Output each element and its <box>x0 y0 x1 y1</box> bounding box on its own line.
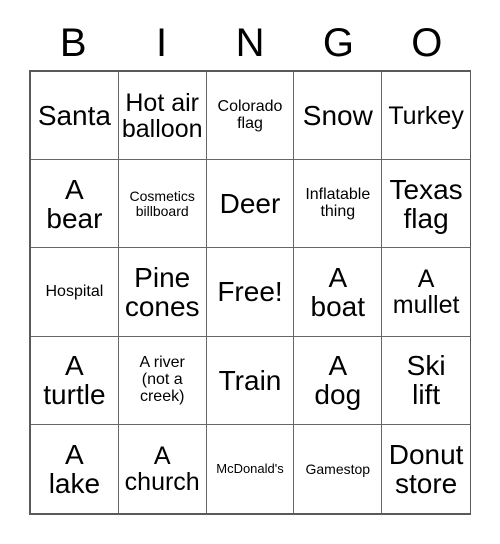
bingo-cell-label: Deer <box>219 188 281 220</box>
bingo-cell[interactable]: Santa <box>31 72 119 161</box>
bingo-cell[interactable]: A church <box>118 424 207 513</box>
bingo-cell-label: A boat <box>310 261 366 322</box>
bingo-header-letter-n: N <box>235 21 265 65</box>
bingo-cell[interactable]: Deer <box>206 160 295 249</box>
bingo-header-letter-g: G <box>322 21 354 65</box>
bingo-cell[interactable]: A dog <box>294 336 383 425</box>
bingo-header-letter-i: I <box>156 21 168 65</box>
bingo-cell[interactable]: Inflatable thing <box>294 160 383 249</box>
bingo-cell-label: Train <box>218 364 282 396</box>
bingo-cell-label: Hot air balloon <box>121 88 203 143</box>
bingo-header-letter-o: O <box>411 21 443 65</box>
bingo-cell[interactable]: Donut store <box>382 424 470 513</box>
bingo-cell-label: Free! <box>217 276 283 308</box>
bingo-cell[interactable]: A river (not a creek) <box>118 336 207 425</box>
bingo-cell[interactable]: A boat <box>294 248 383 337</box>
bingo-cell-label: McDonald's <box>216 461 284 477</box>
bingo-cell-label: Ski lift <box>406 350 446 411</box>
bingo-cell-label: Hospital <box>45 282 104 300</box>
bingo-cell-label: A lake <box>48 438 101 499</box>
bingo-cell-label: A bear <box>46 173 103 234</box>
bingo-card: B I N G O Santa Hot air balloon Colorado… <box>0 0 500 544</box>
bingo-cell[interactable]: Cosmetics billboard <box>118 160 207 249</box>
bingo-cell-label: Turkey <box>388 101 464 130</box>
bingo-cell[interactable]: A bear <box>31 160 119 249</box>
bingo-cell-label: A church <box>124 441 200 496</box>
bingo-cell[interactable]: Gamestop <box>294 424 383 513</box>
bingo-cell[interactable]: Ski lift <box>382 336 470 425</box>
bingo-cell-label: A mullet <box>392 264 460 319</box>
bingo-cell-label: Snow <box>302 100 373 132</box>
bingo-cell-label: A turtle <box>43 350 106 411</box>
bingo-cell[interactable]: Texas flag <box>382 160 470 249</box>
bingo-header-row: B I N G O <box>29 18 471 68</box>
bingo-cell[interactable]: McDonald's <box>206 424 295 513</box>
bingo-cell[interactable]: Snow <box>294 72 383 161</box>
bingo-cell-label: A river (not a creek) <box>139 354 185 405</box>
bingo-cell-label: Gamestop <box>305 460 371 477</box>
bingo-cell[interactable]: Colorado flag <box>206 72 295 161</box>
bingo-cell-label: Pine cones <box>124 261 200 322</box>
bingo-cell[interactable]: A mullet <box>382 248 470 337</box>
bingo-cell-label: Cosmetics billboard <box>129 188 195 219</box>
bingo-cell[interactable]: A turtle <box>31 336 119 425</box>
bingo-cell[interactable]: Train <box>206 336 295 425</box>
bingo-header-letter-b: B <box>59 21 87 65</box>
bingo-cell[interactable]: Hot air balloon <box>118 72 207 161</box>
bingo-cell[interactable]: Turkey <box>382 72 470 161</box>
bingo-cell-label: Santa <box>37 100 111 132</box>
bingo-cell[interactable]: Hospital <box>31 248 119 337</box>
bingo-cell[interactable]: A lake <box>31 424 119 513</box>
bingo-cell-label: Texas flag <box>389 173 463 234</box>
bingo-cell-label: Donut store <box>388 438 464 499</box>
bingo-cell-free[interactable]: Free! <box>206 248 295 337</box>
bingo-cell[interactable]: Pine cones <box>118 248 207 337</box>
bingo-cell-label: Colorado flag <box>217 97 283 132</box>
bingo-grid: Santa Hot air balloon Colorado flag Snow… <box>29 70 471 515</box>
bingo-cell-label: A dog <box>314 350 362 411</box>
bingo-cell-label: Inflatable thing <box>305 186 371 220</box>
